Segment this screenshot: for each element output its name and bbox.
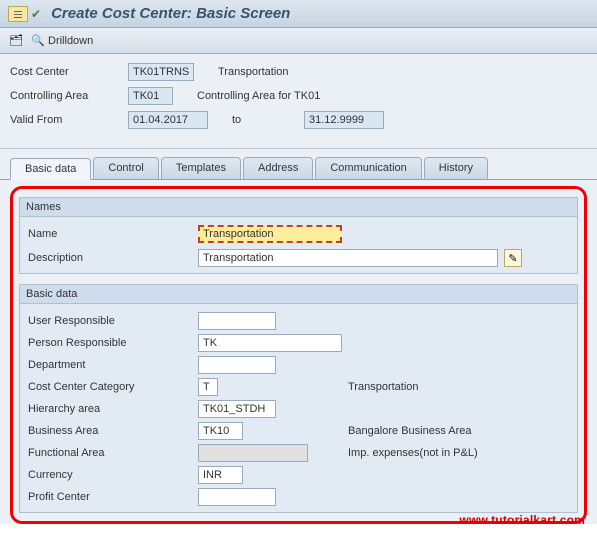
header-form: Cost Center TK01TRNS Transportation Cont…	[0, 54, 597, 149]
description-input[interactable]: Transportation	[198, 249, 498, 267]
toolbar: 🗂 🔍 Drilldown	[0, 28, 597, 54]
profit-center-input[interactable]	[198, 488, 276, 506]
page-title: Create Cost Center: Basic Screen	[51, 5, 290, 22]
tab-content: Names Name Transportation Description Tr…	[0, 180, 597, 524]
name-input[interactable]: Transportation	[198, 225, 342, 243]
person-responsible-input[interactable]: TK	[198, 334, 342, 352]
valid-from-value[interactable]: 01.04.2017	[128, 111, 208, 129]
functional-area-label: Functional Area	[28, 447, 198, 459]
check-icon[interactable]: ✔	[31, 7, 41, 21]
cost-center-value[interactable]: TK01TRNS	[128, 63, 194, 81]
cost-center-category-input[interactable]: T	[198, 378, 218, 396]
valid-from-label: Valid From	[10, 114, 128, 126]
tab-control[interactable]: Control	[93, 157, 158, 179]
business-area-input[interactable]: TK10	[198, 422, 243, 440]
controlling-area-value[interactable]: TK01	[128, 87, 173, 105]
title-bar: ✔ Create Cost Center: Basic Screen	[0, 0, 597, 28]
tab-templates[interactable]: Templates	[161, 157, 241, 179]
cost-center-label: Cost Center	[10, 66, 128, 78]
tab-address[interactable]: Address	[243, 157, 313, 179]
org-icon: 🗂	[8, 33, 24, 49]
cost-center-category-label: Cost Center Category	[28, 381, 198, 393]
names-group-header: Names	[19, 197, 578, 217]
currency-label: Currency	[28, 469, 198, 481]
watermark: www.tutorialkart.com	[459, 513, 585, 527]
person-responsible-label: Person Responsible	[28, 337, 198, 349]
basic-data-group-body: User Responsible Person Responsible TK D…	[19, 304, 578, 513]
to-label: to	[232, 114, 304, 126]
functional-area-desc: Imp. expenses(not in P&L)	[348, 447, 478, 459]
valid-to-value[interactable]: 31.12.9999	[304, 111, 384, 129]
drilldown-button[interactable]: 🔍 Drilldown	[30, 33, 93, 49]
edit-icon[interactable]: ✎	[504, 249, 522, 267]
name-label: Name	[28, 228, 198, 240]
functional-area-input[interactable]	[198, 444, 308, 462]
drilldown-label: Drilldown	[48, 35, 93, 47]
names-group-body: Name Transportation Description Transpor…	[19, 217, 578, 274]
business-area-label: Business Area	[28, 425, 198, 437]
basic-data-group-header: Basic data	[19, 284, 578, 304]
hierarchy-area-label: Hierarchy area	[28, 403, 198, 415]
user-responsible-input[interactable]	[198, 312, 276, 330]
menu-icon[interactable]	[8, 6, 28, 22]
controlling-area-label: Controlling Area	[10, 90, 128, 102]
description-label: Description	[28, 252, 198, 264]
cost-center-desc: Transportation	[218, 66, 289, 78]
tab-communication[interactable]: Communication	[315, 157, 421, 179]
hierarchy-area-input[interactable]: TK01_STDH	[198, 400, 276, 418]
drilldown-icon: 🔍	[30, 33, 46, 49]
tab-basic-data[interactable]: Basic data	[10, 158, 91, 180]
controlling-area-desc: Controlling Area for TK01	[197, 90, 320, 102]
highlight-annotation: Names Name Transportation Description Tr…	[10, 186, 587, 524]
org-structure-button[interactable]: 🗂	[8, 33, 24, 49]
business-area-desc: Bangalore Business Area	[348, 425, 472, 437]
tab-history[interactable]: History	[424, 157, 488, 179]
tab-strip: Basic data Control Templates Address Com…	[0, 149, 597, 180]
cost-center-category-desc: Transportation	[348, 381, 419, 393]
department-input[interactable]	[198, 356, 276, 374]
department-label: Department	[28, 359, 198, 371]
profit-center-label: Profit Center	[28, 491, 198, 503]
user-responsible-label: User Responsible	[28, 315, 198, 327]
currency-input[interactable]: INR	[198, 466, 243, 484]
